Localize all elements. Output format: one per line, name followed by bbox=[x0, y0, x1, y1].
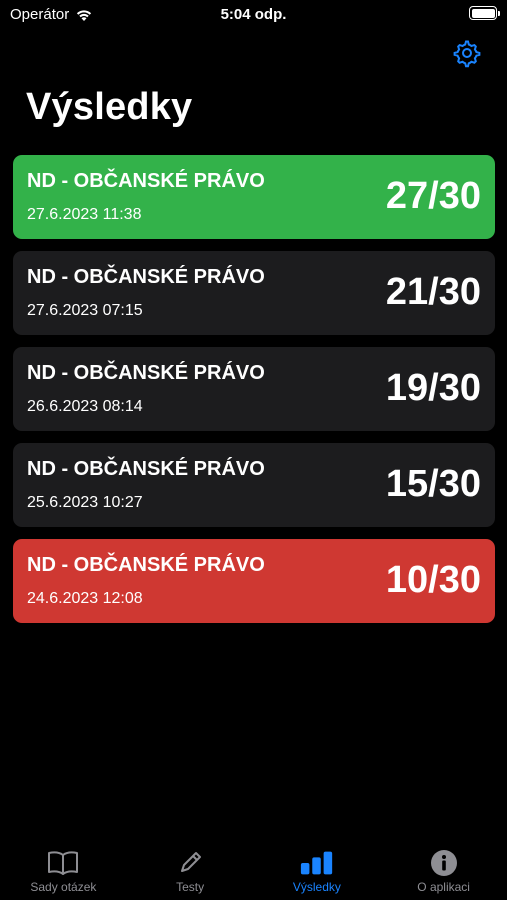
tab-testy[interactable]: Testy bbox=[127, 844, 254, 900]
result-date: 26.6.2023 08:14 bbox=[27, 398, 143, 415]
result-score: 19/30 bbox=[385, 367, 481, 409]
pencil-icon bbox=[181, 852, 202, 872]
results-list: ND - OBČANSKÉ PRÁVO 27.6.2023 11:38 27/3… bbox=[13, 155, 495, 635]
result-name: ND - OBČANSKÉ PRÁVO bbox=[27, 362, 265, 384]
tab-label: Výsledky bbox=[292, 880, 341, 894]
tab-vysledky[interactable]: Výsledky bbox=[254, 844, 381, 900]
info-icon bbox=[430, 850, 457, 876]
battery-icon bbox=[469, 6, 500, 20]
result-score: 27/30 bbox=[385, 175, 481, 217]
tab-o-aplikaci[interactable]: O aplikaci bbox=[380, 844, 507, 900]
result-card[interactable]: ND - OBČANSKÉ PRÁVO 27.6.2023 07:15 21/3… bbox=[13, 251, 495, 335]
gear-icon bbox=[453, 40, 481, 68]
tab-label: Sady otázek bbox=[30, 880, 97, 894]
tab-label: Testy bbox=[176, 880, 205, 894]
result-name: ND - OBČANSKÉ PRÁVO bbox=[27, 554, 265, 576]
result-date: 25.6.2023 10:27 bbox=[27, 494, 143, 511]
result-card[interactable]: ND - OBČANSKÉ PRÁVO 25.6.2023 10:27 15/3… bbox=[13, 443, 495, 527]
result-card[interactable]: ND - OBČANSKÉ PRÁVO 24.6.2023 12:08 10/3… bbox=[13, 539, 495, 623]
result-card[interactable]: ND - OBČANSKÉ PRÁVO 26.6.2023 08:14 19/3… bbox=[13, 347, 495, 431]
result-score: 21/30 bbox=[385, 271, 481, 313]
result-date: 24.6.2023 12:08 bbox=[27, 590, 143, 607]
result-score: 10/30 bbox=[385, 559, 481, 601]
tab-label: O aplikaci bbox=[417, 880, 470, 894]
result-card[interactable]: ND - OBČANSKÉ PRÁVO 27.6.2023 11:38 27/3… bbox=[13, 155, 495, 239]
result-date: 27.6.2023 07:15 bbox=[27, 302, 143, 319]
result-score: 15/30 bbox=[385, 463, 481, 505]
chart-bar-icon bbox=[300, 851, 333, 875]
book-icon bbox=[48, 851, 79, 875]
tab-sady-otazek[interactable]: Sady otázek bbox=[0, 844, 127, 900]
result-name: ND - OBČANSKÉ PRÁVO bbox=[27, 170, 265, 192]
status-time: 5:04 odp. bbox=[220, 6, 287, 23]
status-bar: Operátor 5:04 odp. bbox=[0, 0, 507, 30]
result-name: ND - OBČANSKÉ PRÁVO bbox=[27, 266, 265, 288]
page-title: Výsledky bbox=[26, 86, 193, 128]
tab-bar: Sady otázek Testy Výsledky O aplikaci bbox=[0, 844, 507, 900]
result-name: ND - OBČANSKÉ PRÁVO bbox=[27, 458, 265, 480]
settings-button[interactable] bbox=[451, 38, 481, 68]
result-date: 27.6.2023 11:38 bbox=[27, 206, 142, 223]
